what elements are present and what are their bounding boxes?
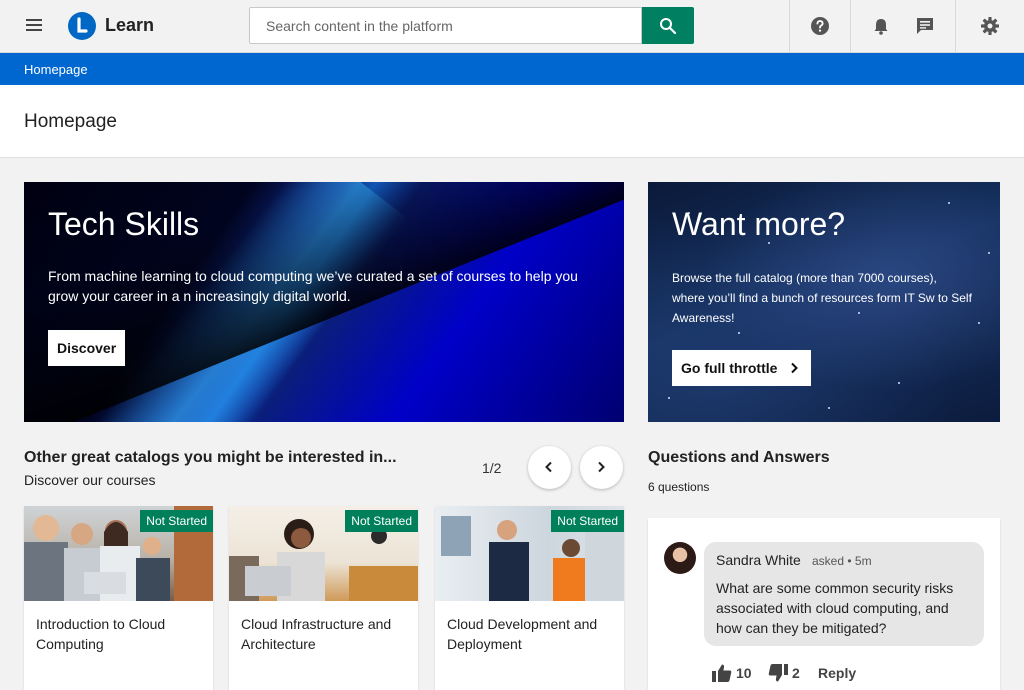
status-badge: Not Started: [345, 510, 418, 532]
page-title: Homepage: [24, 111, 117, 132]
thumbs-down-icon: [768, 664, 788, 682]
chat-icon[interactable]: [915, 16, 935, 36]
gear-icon[interactable]: [980, 16, 1000, 36]
catalogs-subtitle: Discover our courses: [24, 472, 156, 488]
catalogs-title: Other great catalogs you might be intere…: [24, 449, 397, 466]
chevron-left-icon: [545, 461, 552, 473]
course-thumbnail: Not Started: [229, 506, 418, 601]
course-card[interactable]: Not Started Cloud Development and Deploy…: [435, 506, 624, 690]
breadcrumb-item-homepage[interactable]: Homepage: [24, 62, 88, 77]
course-title: Introduction to Cloud Computing: [36, 616, 166, 652]
qa-count: 6 questions: [648, 480, 710, 494]
bell-icon[interactable]: [871, 16, 891, 36]
menu-icon[interactable]: [22, 16, 46, 36]
question-card: Sandra White asked • 5m What are some co…: [648, 518, 1000, 690]
course-card[interactable]: Not Started Introduction to Cloud Comput…: [24, 506, 213, 690]
dislike-count: 2: [792, 665, 800, 681]
header-divider: [789, 0, 790, 52]
dislike-button[interactable]: 2: [768, 664, 808, 682]
top-header: Learn: [0, 0, 1024, 53]
question-bubble[interactable]: Sandra White asked • 5m What are some co…: [704, 542, 984, 646]
course-card[interactable]: Not Started Cloud Infrastructure and Arc…: [229, 506, 418, 690]
course-title: Cloud Infrastructure and Architecture: [241, 616, 392, 652]
course-title: Cloud Development and Deployment: [447, 616, 598, 652]
header-divider: [850, 0, 851, 52]
promo-title: Want more?: [672, 206, 846, 242]
chevron-right-icon: [791, 362, 799, 374]
question-text: What are some common security risks asso…: [716, 580, 954, 636]
go-full-throttle-button[interactable]: Go full throttle: [672, 350, 812, 386]
breadcrumb: Homepage: [0, 53, 1024, 85]
app-name[interactable]: Learn: [105, 15, 154, 36]
banner-text: From machine learning to cloud computing…: [48, 268, 578, 304]
tech-skills-banner: Tech Skills From machine learning to clo…: [24, 182, 624, 422]
course-thumbnail: Not Started: [435, 506, 624, 601]
catalog-promo-banner: Want more? Browse the full catalog (more…: [648, 182, 1000, 422]
page-header: Homepage: [0, 85, 1024, 158]
author-name[interactable]: Sandra White: [716, 552, 801, 568]
chevron-right-icon: [598, 461, 605, 473]
thumbs-up-icon: [712, 664, 732, 682]
question-meta: asked • 5m: [812, 554, 872, 568]
promo-text: Browse the full catalog (more than 7000 …: [672, 271, 972, 325]
next-button[interactable]: [580, 446, 623, 489]
logo-icon[interactable]: [68, 12, 96, 40]
status-badge: Not Started: [551, 510, 624, 532]
pagination-indicator: 1/2: [482, 460, 502, 476]
previous-button[interactable]: [528, 446, 571, 489]
search-input[interactable]: [249, 7, 642, 44]
discover-button[interactable]: Discover: [48, 330, 126, 366]
header-divider: [955, 0, 956, 52]
banner-title: Tech Skills: [48, 206, 200, 242]
help-icon[interactable]: [810, 16, 830, 36]
reply-button[interactable]: Reply: [818, 665, 856, 681]
search-button[interactable]: [642, 7, 694, 44]
button-label: Go full throttle: [681, 360, 778, 376]
avatar[interactable]: [664, 542, 696, 574]
course-thumbnail: Not Started: [24, 506, 213, 601]
search-icon: [660, 18, 677, 35]
like-count: 10: [736, 665, 752, 681]
status-badge: Not Started: [140, 510, 213, 532]
like-button[interactable]: 10: [712, 664, 756, 682]
qa-title: Questions and Answers: [648, 449, 830, 466]
